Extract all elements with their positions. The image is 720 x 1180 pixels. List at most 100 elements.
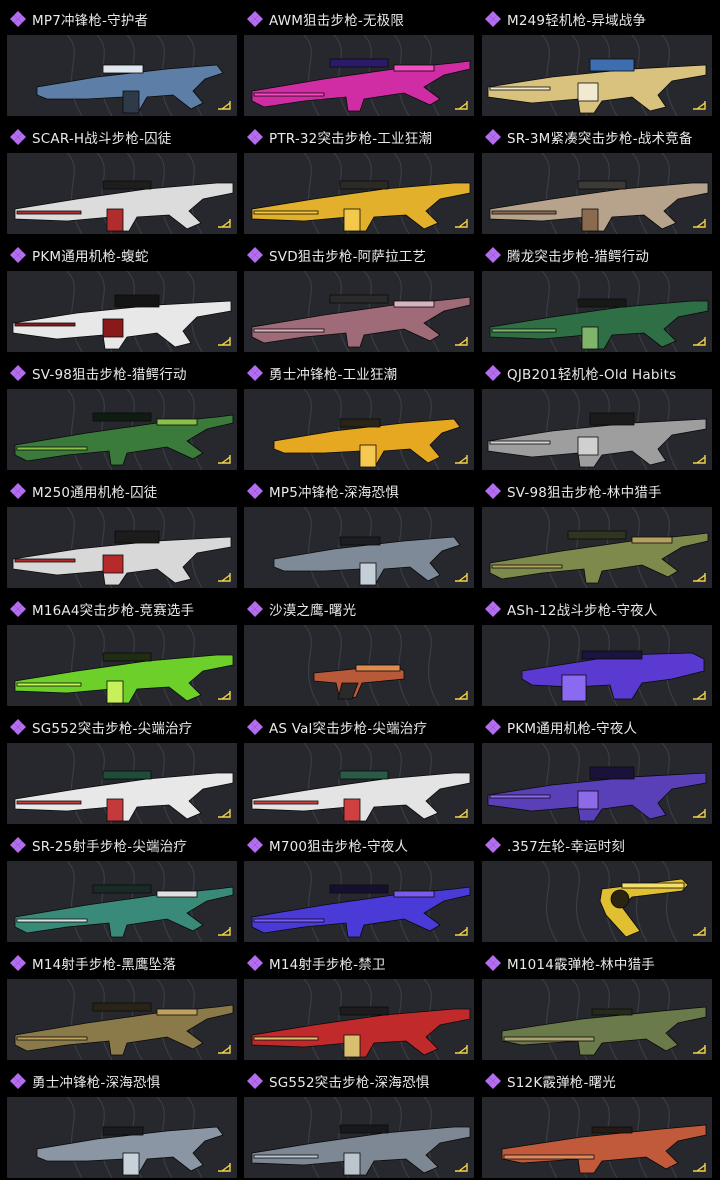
skin-card[interactable]: .357左轮-幸运时刻 [479, 830, 712, 942]
skin-preview[interactable] [7, 271, 237, 352]
skin-title: M250通用机枪-囚徒 [32, 485, 158, 501]
skin-card[interactable]: 勇士冲锋枪-深海恐惧 [4, 1066, 237, 1178]
skin-card[interactable]: SCAR-H战斗步枪-囚徒 [4, 122, 237, 234]
expand-corner-icon[interactable] [692, 100, 706, 110]
skin-card[interactable]: SVD狙击步枪-阿萨拉工艺 [241, 240, 474, 352]
expand-corner-icon[interactable] [692, 808, 706, 818]
skin-preview[interactable] [244, 389, 474, 470]
expand-corner-icon[interactable] [217, 218, 231, 228]
skin-card[interactable]: 沙漠之鹰-曙光 [241, 594, 474, 706]
skin-title-row: 腾龙突击步枪-猎鳄行动 [479, 240, 712, 270]
skin-preview[interactable] [482, 35, 712, 116]
expand-corner-icon[interactable] [217, 690, 231, 700]
skin-preview[interactable] [482, 271, 712, 352]
skin-preview[interactable] [482, 389, 712, 470]
skin-preview[interactable] [7, 507, 237, 588]
expand-corner-icon[interactable] [692, 1044, 706, 1054]
expand-corner-icon[interactable] [454, 100, 468, 110]
skin-preview[interactable] [7, 743, 237, 824]
rifle-weapon-icon [251, 180, 471, 232]
expand-corner-icon[interactable] [217, 808, 231, 818]
skin-preview[interactable] [482, 153, 712, 234]
skin-card[interactable]: M14射手步枪-禁卫 [241, 948, 474, 1060]
skin-card[interactable]: MP7冲锋枪-守护者 [4, 4, 237, 116]
expand-corner-icon[interactable] [217, 454, 231, 464]
skin-card[interactable]: MP5冲锋枪-深海恐惧 [241, 476, 474, 588]
skin-title: ASh-12战斗步枪-守夜人 [507, 603, 658, 619]
skin-preview[interactable] [7, 861, 237, 942]
expand-corner-icon[interactable] [692, 336, 706, 346]
skin-card[interactable]: SV-98狙击步枪-猎鳄行动 [4, 358, 237, 470]
expand-corner-icon[interactable] [217, 1044, 231, 1054]
skin-card[interactable]: S12K霰弹枪-曙光 [479, 1066, 712, 1178]
skin-title: MP7冲锋枪-守护者 [32, 13, 149, 29]
expand-corner-icon[interactable] [454, 218, 468, 228]
skin-card[interactable]: ASh-12战斗步枪-守夜人 [479, 594, 712, 706]
skin-preview[interactable] [482, 979, 712, 1060]
skin-preview[interactable] [482, 507, 712, 588]
skin-card[interactable]: M1014霰弹枪-林中猎手 [479, 948, 712, 1060]
skin-preview[interactable] [244, 1097, 474, 1178]
skin-preview[interactable] [244, 35, 474, 116]
expand-corner-icon[interactable] [692, 454, 706, 464]
expand-corner-icon[interactable] [217, 100, 231, 110]
rare-diamond-icon [247, 1073, 263, 1089]
skin-title-row: SR-3M紧凑突击步枪-战术竞备 [479, 122, 712, 152]
skin-preview[interactable] [244, 979, 474, 1060]
expand-corner-icon[interactable] [692, 1162, 706, 1172]
skin-preview[interactable] [244, 271, 474, 352]
skin-preview[interactable] [7, 1097, 237, 1178]
expand-corner-icon[interactable] [217, 572, 231, 582]
expand-corner-icon[interactable] [217, 1162, 231, 1172]
skin-card[interactable]: SR-25射手步枪-尖端治疗 [4, 830, 237, 942]
skin-preview[interactable] [244, 743, 474, 824]
skin-preview[interactable] [482, 861, 712, 942]
skin-card[interactable]: AWM狙击步枪-无极限 [241, 4, 474, 116]
skin-card[interactable]: M249轻机枪-异域战争 [479, 4, 712, 116]
expand-corner-icon[interactable] [454, 690, 468, 700]
rare-diamond-icon [247, 365, 263, 381]
skin-card[interactable]: 腾龙突击步枪-猎鳄行动 [479, 240, 712, 352]
lmg-weapon-icon [487, 58, 707, 114]
expand-corner-icon[interactable] [454, 336, 468, 346]
skin-card[interactable]: M700狙击步枪-守夜人 [241, 830, 474, 942]
expand-corner-icon[interactable] [454, 454, 468, 464]
skin-card[interactable]: PKM通用机枪-蝮蛇 [4, 240, 237, 352]
expand-corner-icon[interactable] [217, 926, 231, 936]
skin-card[interactable]: QJB201轻机枪-Old Habits [479, 358, 712, 470]
expand-corner-icon[interactable] [217, 336, 231, 346]
skin-preview[interactable] [482, 1097, 712, 1178]
expand-corner-icon[interactable] [454, 1162, 468, 1172]
skin-preview[interactable] [7, 979, 237, 1060]
skin-preview[interactable] [7, 625, 237, 706]
expand-corner-icon[interactable] [692, 926, 706, 936]
skin-preview[interactable] [7, 35, 237, 116]
skin-preview[interactable] [244, 861, 474, 942]
skin-preview[interactable] [244, 625, 474, 706]
expand-corner-icon[interactable] [454, 926, 468, 936]
skin-card[interactable]: M250通用机枪-囚徒 [4, 476, 237, 588]
expand-corner-icon[interactable] [454, 1044, 468, 1054]
skin-preview[interactable] [7, 153, 237, 234]
skin-card[interactable]: SR-3M紧凑突击步枪-战术竞备 [479, 122, 712, 234]
expand-corner-icon[interactable] [692, 690, 706, 700]
expand-corner-icon[interactable] [454, 572, 468, 582]
skin-card[interactable]: SG552突击步枪-深海恐惧 [241, 1066, 474, 1178]
skin-preview[interactable] [482, 625, 712, 706]
skin-title-row: .357左轮-幸运时刻 [479, 830, 712, 860]
skin-preview[interactable] [482, 743, 712, 824]
skin-card[interactable]: M16A4突击步枪-竞赛选手 [4, 594, 237, 706]
expand-corner-icon[interactable] [454, 808, 468, 818]
skin-card[interactable]: 勇士冲锋枪-工业狂潮 [241, 358, 474, 470]
skin-preview[interactable] [244, 507, 474, 588]
skin-card[interactable]: SV-98狙击步枪-林中猎手 [479, 476, 712, 588]
skin-card[interactable]: SG552突击步枪-尖端治疗 [4, 712, 237, 824]
skin-preview[interactable] [7, 389, 237, 470]
skin-card[interactable]: AS Val突击步枪-尖端治疗 [241, 712, 474, 824]
skin-card[interactable]: M14射手步枪-黑鹰坠落 [4, 948, 237, 1060]
expand-corner-icon[interactable] [692, 572, 706, 582]
skin-card[interactable]: PKM通用机枪-守夜人 [479, 712, 712, 824]
skin-card[interactable]: PTR-32突击步枪-工业狂潮 [241, 122, 474, 234]
skin-preview[interactable] [244, 153, 474, 234]
expand-corner-icon[interactable] [692, 218, 706, 228]
